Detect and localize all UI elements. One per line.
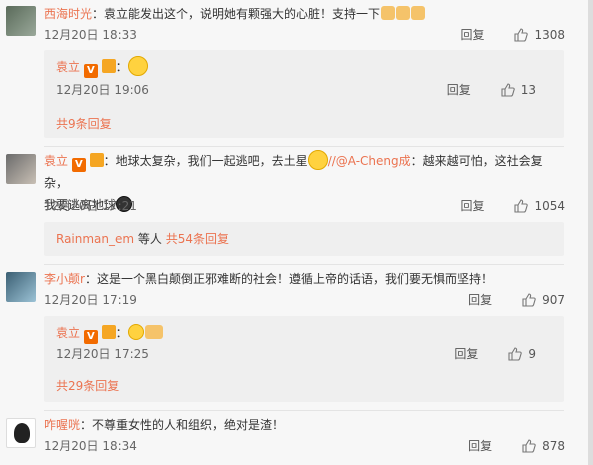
avatar[interactable] <box>6 154 36 184</box>
username[interactable]: 西海时光 <box>44 7 92 21</box>
scrollbar[interactable] <box>588 0 593 465</box>
like-count: 1308 <box>534 28 565 42</box>
reply-button[interactable]: 回复 <box>460 27 484 43</box>
divider <box>44 146 564 147</box>
timestamp: 12月20日 17:25 <box>56 347 149 361</box>
like-button[interactable]: 1308 <box>514 27 565 43</box>
like-count: 1054 <box>534 199 565 213</box>
reply-text: 袁立 V ： <box>56 322 536 344</box>
like-button[interactable]: 907 <box>522 292 565 308</box>
comment-item: 咋喔咣：不尊重女性的人和组织，绝对是渣！ 12月20日 18:34 回复 878 <box>0 414 593 465</box>
thumbs-up-icon <box>514 28 529 42</box>
member-crown-icon <box>89 153 104 167</box>
timestamp: 12月20日 19:06 <box>56 83 149 97</box>
timestamp: 12月20日 17:19 <box>44 293 137 307</box>
avatar[interactable] <box>6 418 36 448</box>
like-button[interactable]: 1054 <box>514 198 565 214</box>
like-count: 9 <box>528 347 536 361</box>
smile-emoji-icon <box>127 324 144 340</box>
member-crown-icon <box>101 325 116 339</box>
mention-link[interactable]: //@A-Cheng成 <box>328 154 411 168</box>
timestamp: 12月20日 18:33 <box>44 28 137 42</box>
comment-text: 西海时光：袁立能发出这个，说明她有颗强大的心脏！支持一下 <box>44 3 565 25</box>
verified-v-icon: V <box>83 330 98 344</box>
like-button[interactable]: 13 <box>501 82 536 98</box>
timestamp: 12月20日 17:21 <box>44 199 137 213</box>
comment-item: 袁立 V ：地球太复杂，我们一起逃吧，去土星//@A-Cheng成：越来越可怕，… <box>0 148 593 260</box>
more-replies-link[interactable]: 共9条回复 <box>56 116 112 132</box>
sub-reply-panel: 袁立 V ： 12月20日 17:25 回复 9 共29条回复 <box>44 316 564 402</box>
timestamp: 12月20日 18:34 <box>44 439 137 453</box>
sub-reply-panel: 袁立 V ： 12月20日 19:06 回复 13 共9条回复 <box>44 50 564 138</box>
username[interactable]: 袁立 <box>56 60 80 74</box>
thumbs-up-icon <box>522 293 536 307</box>
username[interactable]: 李小颠r <box>44 272 85 286</box>
reply-button[interactable]: 回复 <box>460 198 484 214</box>
username[interactable]: 袁立 <box>56 326 80 340</box>
comment-text: 李小颠r：这是一个黑白颠倒正邪难断的社会！遵循上帝的话语，我们要无惧而坚持！ <box>44 272 493 286</box>
like-count: 13 <box>520 83 536 97</box>
username[interactable]: 袁立 <box>44 154 68 168</box>
reply-button[interactable]: 回复 <box>468 438 492 454</box>
thumbs-up-icon <box>501 83 515 97</box>
comment-text: 咋喔咣：不尊重女性的人和组织，绝对是渣！ <box>44 418 285 432</box>
thumbs-up-emoji-icon <box>396 6 411 20</box>
handshake-emoji-icon <box>144 325 163 339</box>
like-count: 907 <box>542 293 565 307</box>
reply-user[interactable]: Rainman_em <box>56 232 134 246</box>
like-count: 878 <box>542 439 565 453</box>
verified-v-icon: V <box>71 158 86 172</box>
like-button[interactable]: 9 <box>508 346 536 362</box>
thumbs-up-emoji-icon <box>381 6 396 20</box>
reply-button[interactable]: 回复 <box>468 292 492 308</box>
thumbs-up-icon <box>514 199 529 213</box>
username[interactable]: 咋喔咣 <box>44 418 80 432</box>
like-button[interactable]: 878 <box>522 438 565 454</box>
more-replies-link[interactable]: Rainman_em 等人 共54条回复 <box>56 231 229 247</box>
divider <box>44 264 564 265</box>
sub-reply-panel: Rainman_em 等人 共54条回复 <box>44 222 564 256</box>
grin-emoji-icon <box>307 150 328 170</box>
thumbs-up-icon <box>522 439 536 453</box>
member-crown-icon <box>101 59 116 73</box>
grin-emoji-icon <box>127 56 148 76</box>
comment-item: 西海时光：袁立能发出这个，说明她有颗强大的心脏！支持一下 12月20日 18:3… <box>0 0 593 140</box>
avatar[interactable] <box>6 272 36 302</box>
verified-v-icon: V <box>83 64 98 78</box>
reply-text: 袁立 V ： <box>56 56 536 78</box>
divider <box>44 410 564 411</box>
comment-item: 李小颠r：这是一个黑白颠倒正邪难断的社会！遵循上帝的话语，我们要无惧而坚持！ 1… <box>0 268 593 408</box>
thumbs-up-emoji-icon <box>411 6 426 20</box>
reply-button[interactable]: 回复 <box>447 82 471 98</box>
more-replies-link[interactable]: 共29条回复 <box>56 378 119 394</box>
avatar[interactable] <box>6 6 36 36</box>
thumbs-up-icon <box>508 347 523 361</box>
reply-button[interactable]: 回复 <box>454 346 478 362</box>
